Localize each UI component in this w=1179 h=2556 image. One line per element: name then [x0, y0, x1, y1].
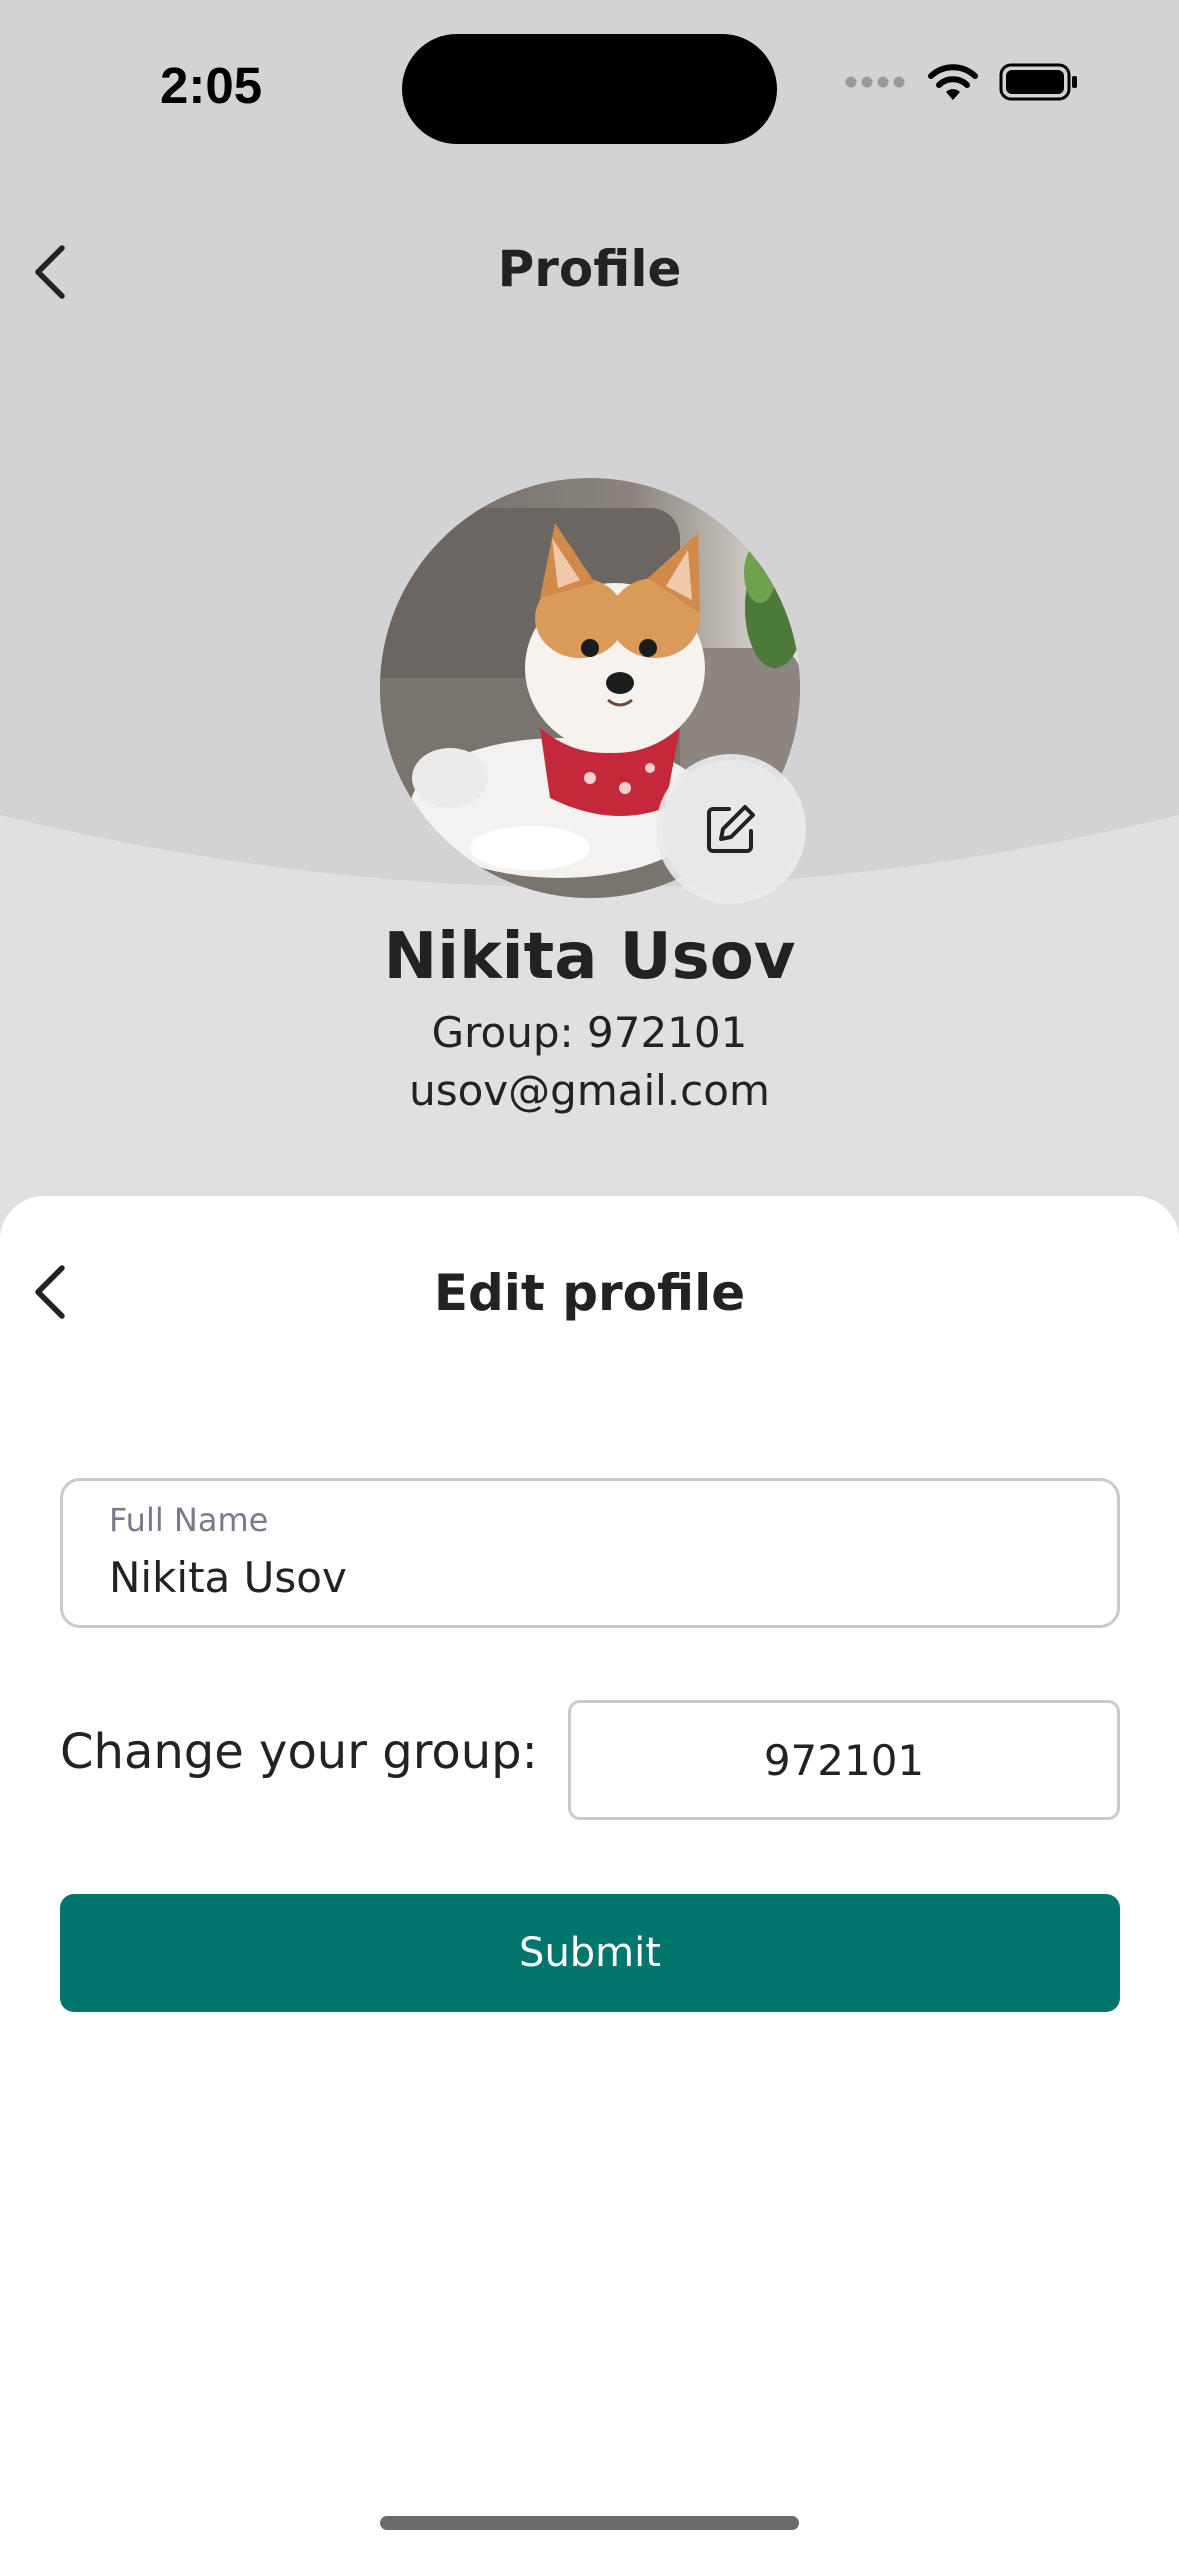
- wifi-icon: [928, 64, 978, 100]
- edit-icon: [707, 805, 755, 853]
- edit-avatar-button[interactable]: [662, 760, 800, 898]
- submit-button[interactable]: Submit: [60, 1894, 1120, 2012]
- profile-name: Nikita Usov: [383, 920, 796, 994]
- status-time: 2:05: [160, 57, 263, 114]
- dynamic-island: [402, 34, 777, 144]
- edit-profile-title: Edit profile: [433, 1264, 746, 1322]
- page-title: Profile: [497, 240, 682, 298]
- edit-profile-sheet: Edit profile Full Name Nikita Usov Chang…: [0, 1196, 1179, 2556]
- full-name-label: Full Name: [109, 1501, 269, 1539]
- home-indicator[interactable]: [380, 2516, 799, 2530]
- group-input[interactable]: 972101: [568, 1700, 1120, 1820]
- profile-email: usov@gmail.com: [409, 1066, 770, 1115]
- battery-icon: [999, 63, 1077, 101]
- signal-icon: [845, 76, 905, 88]
- status-icons: [845, 62, 1079, 102]
- full-name-value: Nikita Usov: [109, 1553, 347, 1602]
- group-label: Change your group:: [60, 1724, 538, 1780]
- profile-group: Group: 972101: [431, 1008, 748, 1057]
- profile-screen: 2:05 Profile Nikita Usov Group: 972101 u…: [0, 0, 1179, 2556]
- full-name-field[interactable]: Full Name Nikita Usov: [60, 1478, 1120, 1628]
